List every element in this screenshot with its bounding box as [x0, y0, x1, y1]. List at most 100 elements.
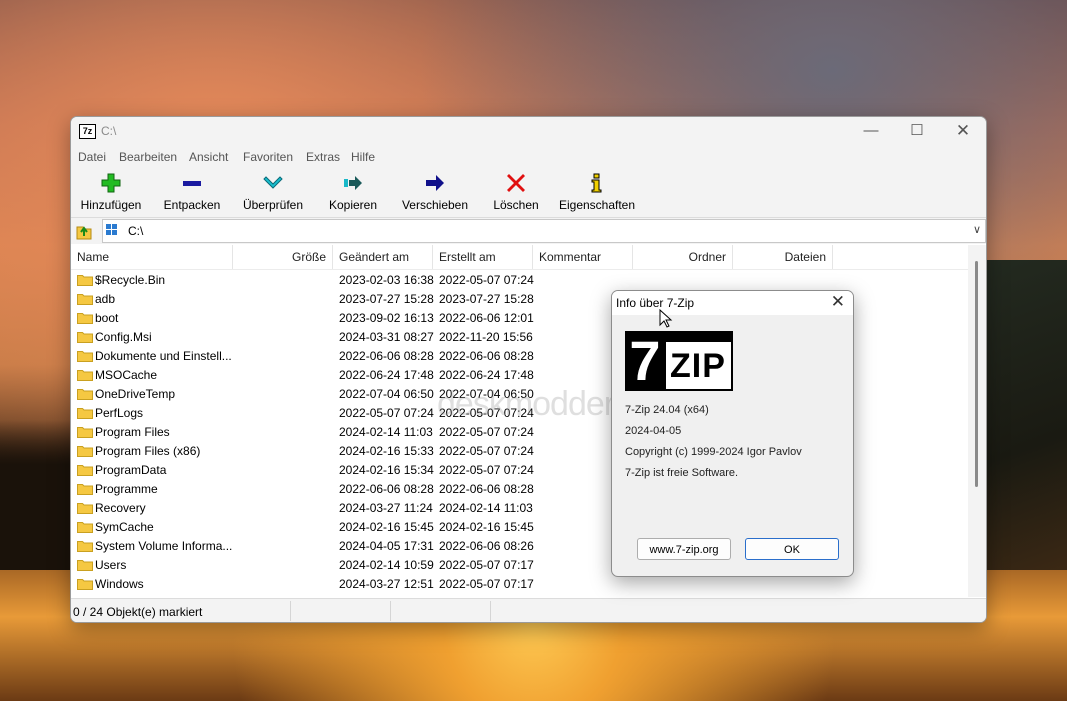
- ok-button[interactable]: OK: [745, 538, 839, 560]
- minus-icon: [183, 181, 201, 186]
- file-modified: 2024-03-27 11:24: [339, 501, 433, 515]
- drive-icon: [106, 224, 117, 235]
- close-window-button[interactable]: ✕: [940, 117, 986, 145]
- folder-icon: [77, 332, 93, 343]
- menu-extras[interactable]: Extras: [306, 150, 340, 164]
- folder-icon: [77, 370, 93, 381]
- scrollbar-thumb[interactable]: [975, 261, 978, 487]
- file-modified: 2024-02-14 10:59: [339, 558, 434, 572]
- 7zip-logo: 7 ZIP: [625, 331, 733, 391]
- file-created: 2024-02-16 15:45: [439, 520, 534, 534]
- folder-icon: [77, 275, 93, 286]
- file-name: Recovery: [95, 501, 146, 515]
- close-icon[interactable]: ✕: [831, 292, 845, 312]
- move-button[interactable]: Verschieben: [397, 167, 473, 217]
- maximize-button[interactable]: ☐: [894, 117, 940, 145]
- properties-label: Eigenschaften: [558, 198, 636, 212]
- file-modified: 2024-02-16 15:33: [339, 444, 434, 458]
- test-button[interactable]: Überprüfen: [237, 167, 309, 217]
- column-modified[interactable]: Geändert am: [333, 245, 433, 269]
- title-bar: 7z C:\ — ☐ ✕: [71, 117, 986, 145]
- file-created: 2022-05-07 07:24: [439, 425, 534, 439]
- column-name[interactable]: Name: [71, 245, 233, 269]
- info-icon: [591, 173, 602, 193]
- version-text: 7-Zip 24.04 (x64): [625, 404, 709, 416]
- column-folders[interactable]: Ordner: [633, 245, 733, 269]
- logo-zip: ZIP: [670, 347, 726, 385]
- properties-button[interactable]: Eigenschaften: [557, 167, 637, 217]
- address-input[interactable]: C:\ ∨: [102, 219, 986, 243]
- file-created: 2023-07-27 15:28: [439, 292, 534, 306]
- menu-hilfe[interactable]: Hilfe: [351, 150, 375, 164]
- table-row[interactable]: $Recycle.Bin 2023-02-03 16:38 2022-05-07 0…: [71, 270, 968, 289]
- delete-x-icon: [507, 174, 525, 192]
- file-created: 2022-06-06 08:28: [439, 482, 534, 496]
- status-divider: [390, 601, 391, 621]
- column-files[interactable]: Dateien: [733, 245, 833, 269]
- menu-ansicht[interactable]: Ansicht: [189, 150, 228, 164]
- logo-seven: 7: [629, 329, 661, 392]
- file-created: 2024-02-14 11:03: [439, 501, 533, 515]
- menu-favoriten[interactable]: Favoriten: [243, 150, 293, 164]
- file-modified: 2022-07-04 06:50: [339, 387, 434, 401]
- file-created: 2022-05-07 07:17: [439, 558, 534, 572]
- add-button[interactable]: Hinzufügen: [75, 167, 147, 217]
- folder-icon: [77, 446, 93, 457]
- extract-button[interactable]: Entpacken: [157, 167, 227, 217]
- menu-bearbeiten[interactable]: Bearbeiten: [119, 150, 177, 164]
- file-modified: 2024-02-14 11:03: [339, 425, 433, 439]
- file-name: Users: [95, 558, 127, 572]
- file-created: 2022-05-07 07:17: [439, 577, 534, 591]
- copy-arrow-icon: [344, 176, 362, 190]
- file-modified: 2023-07-27 15:28: [339, 292, 434, 306]
- menu-bar: Datei Bearbeiten Ansicht Favoriten Extra…: [71, 145, 986, 167]
- menu-datei[interactable]: Datei: [78, 150, 106, 164]
- file-name: Dokumente und Einstell...: [95, 349, 232, 363]
- delete-button[interactable]: Löschen: [487, 167, 545, 217]
- add-label: Hinzufügen: [80, 198, 142, 212]
- file-created: 2022-06-06 08:28: [439, 349, 534, 363]
- background-trees-right: [985, 260, 1067, 570]
- address-path: C:\: [128, 224, 144, 238]
- chevron-down-icon[interactable]: ∨: [973, 223, 981, 236]
- minimize-button[interactable]: —: [848, 117, 894, 145]
- copyright-text: Copyright (c) 1999-2024 Igor Pavlov: [625, 446, 802, 458]
- about-dialog: Info über 7-Zip ✕ 7 ZIP 7-Zip 24.04 (x64…: [611, 290, 854, 577]
- file-modified: 2024-02-16 15:45: [339, 520, 434, 534]
- file-name: boot: [95, 311, 119, 325]
- dialog-title: Info über 7-Zip: [616, 296, 695, 310]
- file-created: 2022-05-07 07:24: [439, 273, 534, 287]
- folder-icon: [77, 465, 93, 476]
- folder-icon: [77, 522, 93, 533]
- file-modified: 2022-06-24 17:48: [339, 368, 434, 382]
- folder-icon: [77, 313, 93, 324]
- copy-button[interactable]: Kopieren: [323, 167, 383, 217]
- file-modified: 2023-02-03 16:38: [339, 273, 434, 287]
- file-name: MSOCache: [95, 368, 158, 382]
- file-modified: 2024-03-27 12:51: [339, 577, 434, 591]
- website-button[interactable]: www.7-zip.org: [637, 538, 731, 560]
- status-divider: [290, 601, 291, 621]
- folder-icon: [77, 560, 93, 571]
- file-modified: 2024-02-16 15:34: [339, 463, 434, 477]
- column-comment[interactable]: Kommentar: [533, 245, 633, 269]
- file-name: ProgramData: [95, 463, 167, 477]
- copy-label: Kopieren: [328, 198, 378, 212]
- column-size[interactable]: Größe: [233, 245, 333, 269]
- file-name: $Recycle.Bin: [95, 273, 166, 287]
- plus-icon: [101, 173, 121, 193]
- dialog-title-bar: Info über 7-Zip ✕: [612, 291, 853, 315]
- status-bar: 0 / 24 Objekt(e) markiert: [71, 598, 986, 622]
- file-name: Programme: [95, 482, 158, 496]
- extract-label: Entpacken: [163, 198, 221, 212]
- file-created: 2022-05-07 07:24: [439, 444, 534, 458]
- folder-icon: [77, 427, 93, 438]
- file-modified: 2024-04-05 17:31: [339, 539, 434, 553]
- folder-icon: [77, 294, 93, 305]
- folder-icon: [77, 541, 93, 552]
- column-created[interactable]: Erstellt am: [433, 245, 533, 269]
- folder-up-icon[interactable]: [73, 221, 95, 241]
- vertical-scrollbar[interactable]: [968, 245, 986, 597]
- test-label: Überprüfen: [242, 198, 304, 212]
- status-text: 0 / 24 Objekt(e) markiert: [73, 605, 203, 619]
